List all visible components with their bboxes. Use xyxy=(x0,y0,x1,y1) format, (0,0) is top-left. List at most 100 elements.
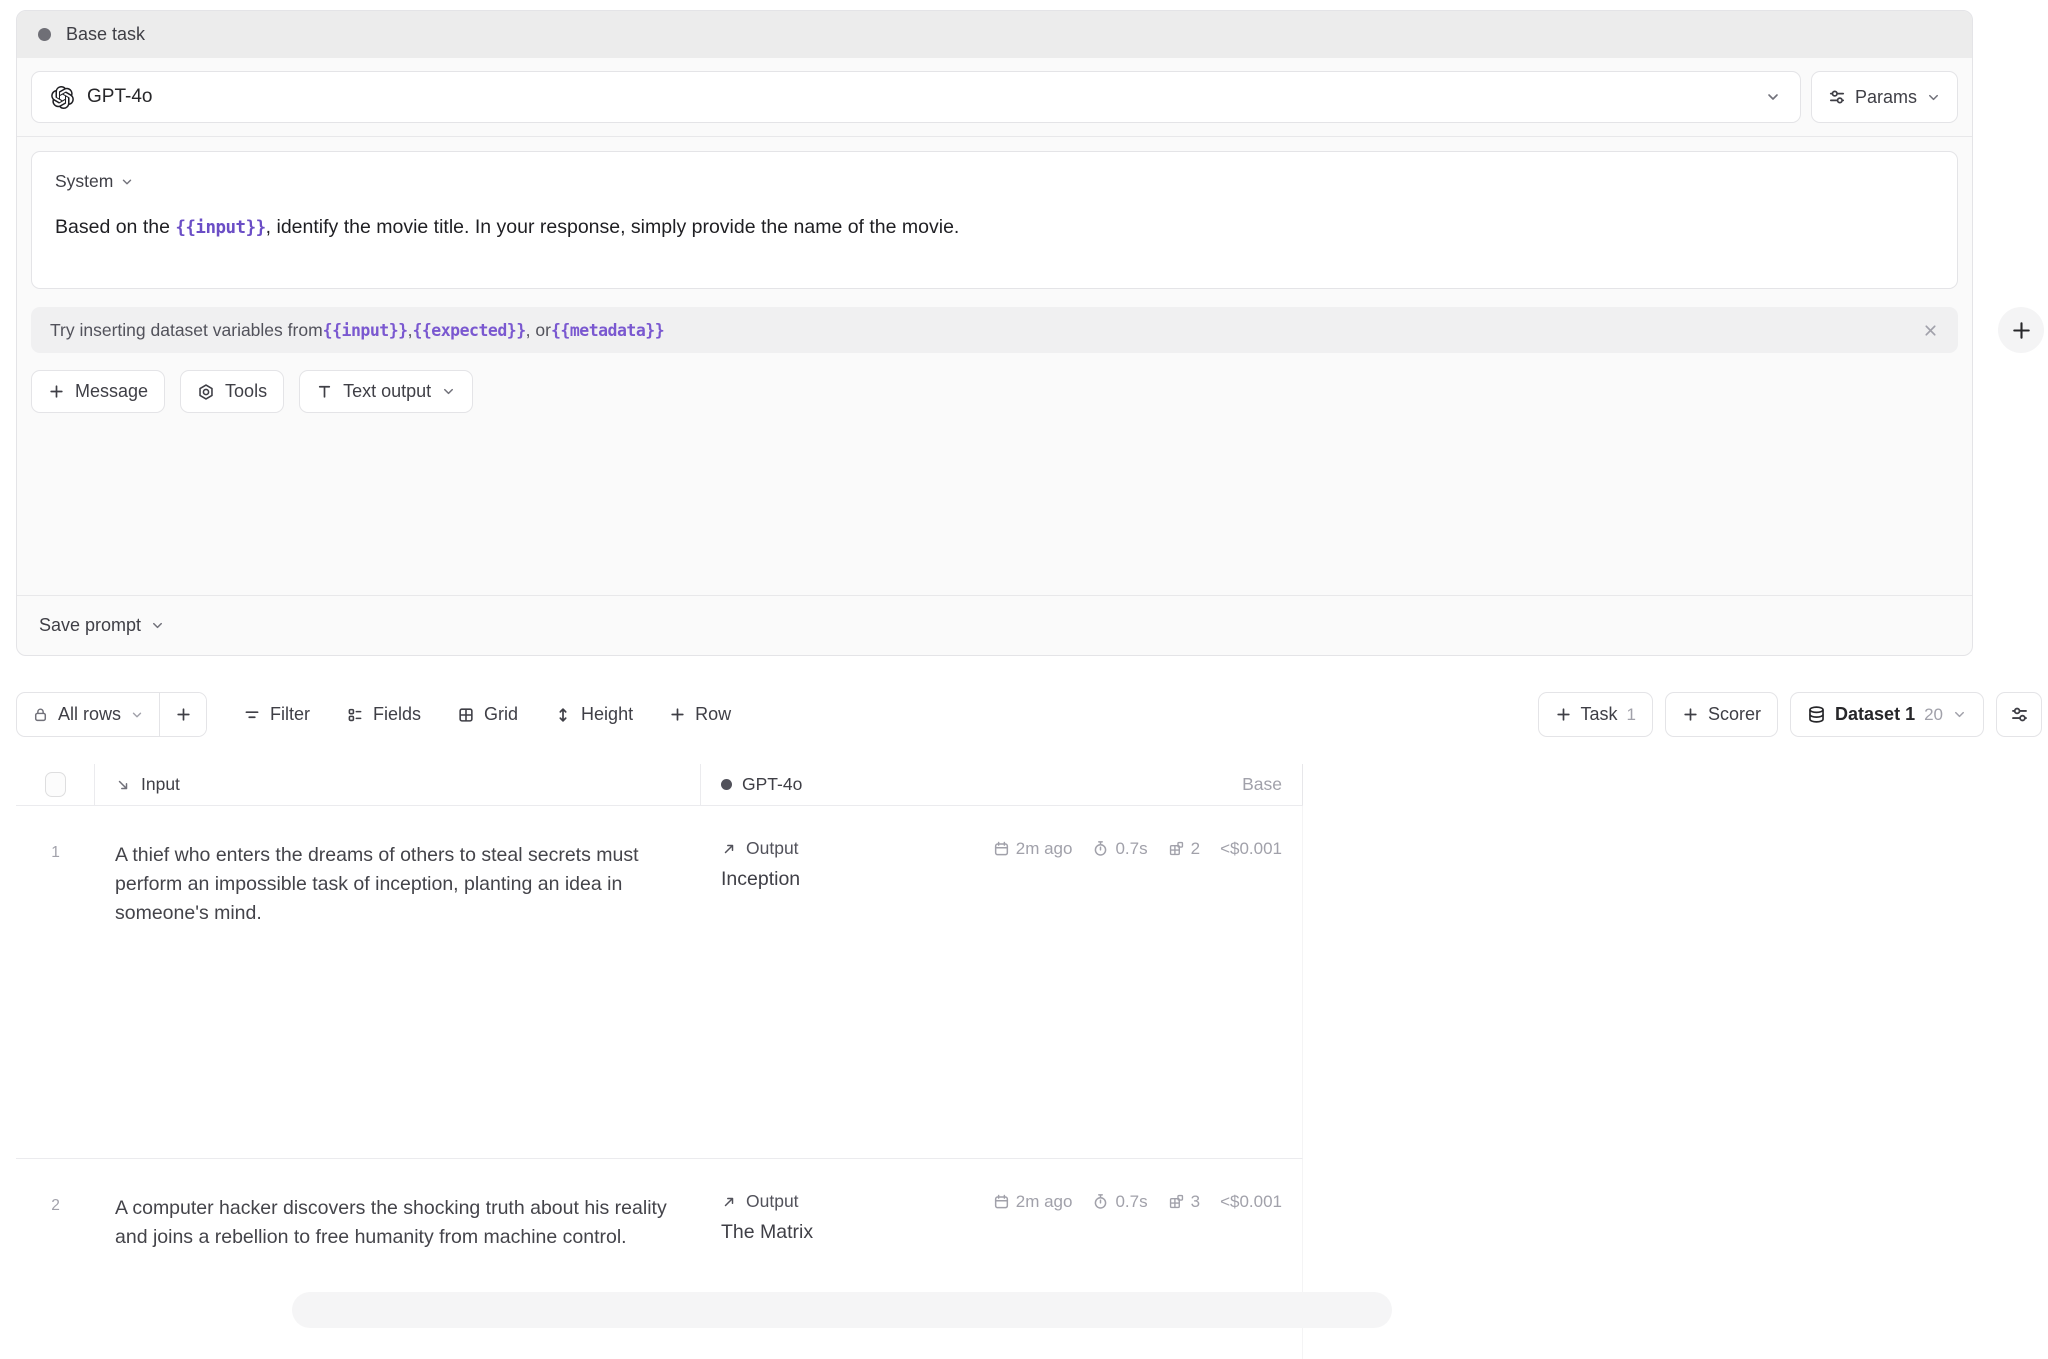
dataset-selector[interactable]: Dataset 1 20 xyxy=(1790,692,1984,737)
database-icon xyxy=(1807,705,1826,724)
cost: <$0.001 xyxy=(1220,839,1282,859)
output-cell-header: Output 2m ago 0.7s xyxy=(721,838,1282,859)
task-panel-header: Base task xyxy=(17,11,1972,58)
output-cell[interactable]: Output 2m ago 0.7s xyxy=(701,1159,1302,1359)
hint-text: Try inserting dataset variables from xyxy=(50,320,323,341)
sliders-icon xyxy=(1828,88,1846,106)
prompt-text-after: , identify the movie title. In your resp… xyxy=(266,216,960,238)
calendar-icon xyxy=(993,840,1010,857)
message-role-label: System xyxy=(55,171,113,192)
grid-settings-button[interactable] xyxy=(1996,692,2042,737)
sliders-icon xyxy=(2010,705,2029,724)
dataset-variables-hint: Try inserting dataset variables from {{i… xyxy=(31,307,1958,353)
fields-button[interactable]: Fields xyxy=(332,694,435,736)
table-row[interactable]: 2 A computer hacker discovers the shocki… xyxy=(16,1159,1303,1359)
base-task-panel: Base task GPT-4o Params xyxy=(16,10,1973,656)
input-cell[interactable]: A thief who enters the dreams of others … xyxy=(95,806,701,1158)
toolbar-right-group: Task 1 Scorer Dataset 1 20 xyxy=(1538,692,2042,737)
text-output-label: Text output xyxy=(343,381,431,402)
hint-var-expected: {{expected}} xyxy=(412,321,525,340)
filter-button[interactable]: Filter xyxy=(229,694,324,736)
model-status-dot xyxy=(721,779,732,790)
prompt-text[interactable]: Based on the {{input}}, identify the mov… xyxy=(55,213,1934,241)
rows-scope-group: All rows xyxy=(16,692,207,737)
dataset-name: Dataset 1 xyxy=(1835,704,1915,725)
dataset-count-badge: 20 xyxy=(1924,705,1943,725)
chevron-down-icon xyxy=(1765,89,1781,105)
task-status-dot xyxy=(38,28,51,41)
row-height-icon xyxy=(554,706,572,724)
text-output-button[interactable]: Text output xyxy=(299,370,473,413)
add-task-button[interactable]: Task 1 xyxy=(1538,692,1653,737)
plus-icon xyxy=(175,706,192,723)
chevron-down-icon xyxy=(1952,707,1967,722)
duration: 0.7s xyxy=(1092,839,1147,859)
fields-icon xyxy=(346,706,364,724)
model-name: GPT-4o xyxy=(87,86,152,108)
plus-icon xyxy=(1555,706,1572,723)
add-scorer-button[interactable]: Scorer xyxy=(1665,692,1778,737)
tools-icon xyxy=(197,383,215,401)
select-all-checkbox[interactable] xyxy=(45,772,66,797)
filter-label: Filter xyxy=(270,704,310,725)
panel-spacer xyxy=(17,413,1972,595)
output-cell[interactable]: Output 2m ago 0.7s xyxy=(701,806,1302,1158)
text-type-icon xyxy=(316,383,333,400)
all-rows-selector[interactable]: All rows xyxy=(17,693,159,736)
horizontal-scrollbar[interactable] xyxy=(292,1292,1392,1328)
output-label: Output xyxy=(746,1191,799,1212)
chevron-down-icon xyxy=(441,384,456,399)
model-column-label: GPT-4o xyxy=(742,774,802,795)
message-role-selector[interactable]: System xyxy=(55,171,1934,192)
add-message-button[interactable]: Message xyxy=(31,370,165,413)
chevron-down-icon[interactable] xyxy=(150,618,165,633)
table-row[interactable]: 1 A thief who enters the dreams of other… xyxy=(16,806,1303,1159)
stopwatch-icon xyxy=(1092,1193,1109,1210)
input-column-label: Input xyxy=(141,774,180,795)
prompt-text-before: Based on the xyxy=(55,216,175,238)
base-badge: Base xyxy=(1242,774,1282,795)
input-column-header[interactable]: Input xyxy=(95,764,701,805)
model-column-header[interactable]: GPT-4o Base xyxy=(701,764,1303,805)
height-button[interactable]: Height xyxy=(540,694,647,736)
plus-icon xyxy=(669,706,686,723)
prompt-actions-row: Message Tools Text output xyxy=(31,370,1958,413)
fields-label: Fields xyxy=(373,704,421,725)
hint-var-input: {{input}} xyxy=(323,321,408,340)
add-task-column-button[interactable] xyxy=(1998,307,2044,353)
add-row-button[interactable]: Row xyxy=(655,694,745,736)
add-message-label: Message xyxy=(75,381,148,402)
stopwatch-icon xyxy=(1092,840,1109,857)
model-select[interactable]: GPT-4o xyxy=(31,71,1801,123)
grid-icon xyxy=(457,706,475,724)
arrow-up-right-icon xyxy=(721,1194,737,1210)
save-prompt-button[interactable]: Save prompt xyxy=(39,615,141,636)
model-row: GPT-4o Params xyxy=(17,58,1972,137)
cost: <$0.001 xyxy=(1220,1192,1282,1212)
tools-button[interactable]: Tools xyxy=(180,370,284,413)
tools-label: Tools xyxy=(225,381,267,402)
token-count: 3 xyxy=(1168,1192,1200,1212)
timestamp: 2m ago xyxy=(993,839,1073,859)
output-value: Inception xyxy=(721,868,1282,891)
panel-footer: Save prompt xyxy=(17,595,1972,655)
hint-sep: , or xyxy=(526,320,551,341)
hint-var-metadata: {{metadata}} xyxy=(551,321,664,340)
input-cell[interactable]: A computer hacker discovers the shocking… xyxy=(95,1159,701,1359)
plus-icon xyxy=(48,383,65,400)
duration: 0.7s xyxy=(1092,1192,1147,1212)
arrow-down-right-icon xyxy=(115,777,131,793)
params-button[interactable]: Params xyxy=(1811,71,1958,123)
grid-view-buttons: Filter Fields Grid Height xyxy=(229,694,745,736)
output-metadata: 2m ago 0.7s 2 xyxy=(993,839,1282,859)
plus-icon xyxy=(2011,320,2032,341)
task-panel-title: Base task xyxy=(66,24,145,45)
close-icon[interactable] xyxy=(1922,322,1939,339)
add-scorer-label: Scorer xyxy=(1708,704,1761,725)
prompt-editor-card[interactable]: System Based on the {{input}}, identify … xyxy=(31,151,1958,289)
output-cell-header: Output 2m ago 0.7s xyxy=(721,1191,1282,1212)
grid-button[interactable]: Grid xyxy=(443,694,532,736)
add-rows-scope-button[interactable] xyxy=(160,693,206,736)
grid-toolbar: All rows Filter xyxy=(16,692,2042,737)
plus-icon xyxy=(1682,706,1699,723)
